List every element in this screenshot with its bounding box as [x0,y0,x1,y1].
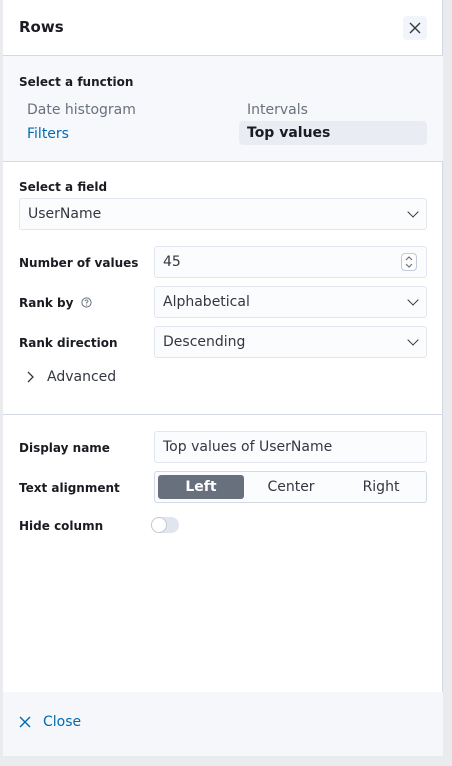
rank-direction-select[interactable]: Descending [154,326,427,358]
flyout-footer: Close [3,692,443,756]
rank-by-label-text: Rank by [19,296,74,310]
rows-flyout: Rows Select a function Date histogram In… [3,0,443,756]
rank-by-value: Alphabetical [163,294,250,310]
align-right-button[interactable]: Right [338,475,424,499]
function-option-date-histogram[interactable]: Date histogram [27,102,136,118]
function-label: Select a function [19,75,134,89]
field-select[interactable]: UserName [19,198,427,230]
close-icon [409,22,421,34]
align-left-button[interactable]: Left [158,475,244,499]
function-option-top-values-label: Top values [247,125,331,141]
chevron-down-icon [407,294,419,306]
chevron-down-icon [407,334,419,346]
field-label: Select a field [19,180,108,194]
hide-column-label: Hide column [19,519,104,533]
function-section: Select a function Date histogram Interva… [3,56,443,162]
function-option-filters[interactable]: Filters [27,126,69,142]
text-alignment-label: Text alignment [19,481,120,495]
number-of-values-value: 45 [163,254,181,270]
display-name-label: Display name [19,441,110,455]
number-of-values-input[interactable]: 45 [154,246,427,278]
display-name-value: Top values of UserName [163,439,333,455]
chevron-down-icon [407,206,419,218]
number-stepper[interactable] [401,253,417,271]
help-icon[interactable] [81,297,92,308]
number-of-values-label: Number of values [19,256,139,270]
flyout-header: Rows [3,0,443,56]
close-icon-button[interactable] [403,16,427,40]
close-button[interactable]: Close [19,714,81,730]
switch-knob [151,517,167,533]
advanced-label: Advanced [47,369,117,385]
hide-column-switch[interactable] [151,517,179,533]
display-name-input[interactable]: Top values of UserName [154,431,427,463]
function-option-intervals[interactable]: Intervals [247,102,308,118]
flyout-title: Rows [19,18,64,36]
rank-by-label: Rank by [19,296,92,310]
rank-direction-label: Rank direction [19,336,118,350]
rank-direction-value: Descending [163,334,246,350]
close-icon [19,716,31,728]
advanced-toggle[interactable]: Advanced [25,369,116,385]
align-center-button[interactable]: Center [247,475,335,499]
section-divider [3,414,443,415]
rank-by-select[interactable]: Alphabetical [154,286,427,318]
chevron-right-icon [27,371,34,383]
text-alignment-group: Left Center Right [154,471,427,503]
close-button-label: Close [43,714,82,730]
field-select-value: UserName [28,206,102,222]
stepper-arrows-icon [405,256,413,268]
function-option-top-values[interactable]: Top values [239,121,427,145]
